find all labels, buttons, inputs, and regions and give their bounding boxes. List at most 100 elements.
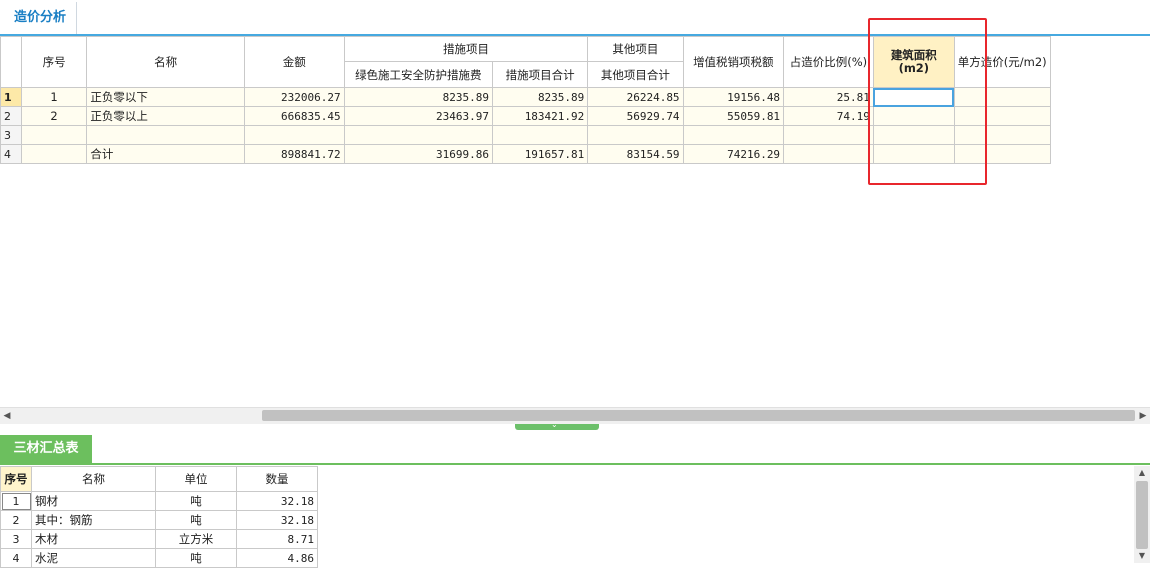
cell-building-area[interactable]: [872, 106, 955, 126]
scroll-left-icon[interactable]: ◀: [0, 408, 14, 424]
row-number[interactable]: 4: [0, 144, 22, 164]
row-number[interactable]: 1: [0, 491, 32, 511]
cell-measures-total[interactable]: 8235.89: [492, 87, 589, 107]
chevron-down-icon: ⌄: [551, 420, 558, 429]
cell-qty[interactable]: 4.86: [236, 548, 318, 568]
cell-qty[interactable]: 32.18: [236, 510, 318, 530]
col-header-amount[interactable]: 金额: [243, 36, 345, 88]
cell-measures-total[interactable]: 191657.81: [492, 144, 589, 164]
col-header-other-group[interactable]: 其他项目: [587, 36, 684, 62]
cell-vat[interactable]: 19156.48: [682, 87, 785, 107]
cell-ratio[interactable]: 74.19: [783, 106, 874, 126]
table-row[interactable]: 3 木材 立方米 8.71: [0, 529, 318, 549]
cell-green-safety[interactable]: 31699.86: [343, 144, 494, 164]
row-number[interactable]: 1: [0, 87, 22, 107]
col-header-qty[interactable]: 数量: [236, 466, 318, 492]
scroll-right-icon[interactable]: ▶: [1136, 408, 1150, 424]
cell-other-total[interactable]: 26224.85: [587, 87, 684, 107]
horizontal-scroll-thumb[interactable]: [262, 410, 1135, 421]
col-header-ratio[interactable]: 占造价比例(%): [783, 36, 874, 88]
cell-amount[interactable]: 898841.72: [243, 144, 345, 164]
cell-seq[interactable]: [20, 144, 88, 164]
row-number[interactable]: 2: [0, 510, 32, 530]
cell-unit-price[interactable]: [953, 87, 1051, 107]
table-row[interactable]: 1 钢材 吨 32.18: [0, 491, 318, 511]
table-row[interactable]: 1 1 正负零以下 232006.27 8235.89 8235.89 2622…: [0, 87, 1150, 107]
cell-unit-price[interactable]: [953, 125, 1051, 145]
cell-name[interactable]: 正负零以下: [86, 87, 245, 107]
cell-ratio[interactable]: [783, 125, 874, 145]
table-row[interactable]: 2 2 正负零以上 666835.45 23463.97 183421.92 5…: [0, 106, 1150, 126]
panel-splitter-handle[interactable]: ⌄: [515, 420, 599, 430]
horizontal-scrollbar[interactable]: ◀ ▶: [0, 407, 1150, 424]
cell-name[interactable]: 其中：钢筋: [31, 510, 156, 530]
cell-amount[interactable]: [243, 125, 345, 145]
tab-cost-analysis[interactable]: 造价分析: [4, 2, 78, 34]
row-number[interactable]: 3: [0, 529, 32, 549]
cell-measures-total[interactable]: 183421.92: [492, 106, 589, 126]
cell-measures-total[interactable]: [492, 125, 589, 145]
cell-ratio[interactable]: 25.81: [783, 87, 874, 107]
col-header-seq[interactable]: 序号: [0, 466, 32, 492]
bottom-tab-underline: [0, 463, 1150, 465]
cell-qty[interactable]: 8.71: [236, 529, 318, 549]
col-header-building-area-line2: (m2): [898, 61, 930, 75]
cell-other-total[interactable]: 56929.74: [587, 106, 684, 126]
col-header-green-safety[interactable]: 绿色施工安全防护措施费: [343, 61, 494, 88]
cell-unit[interactable]: 立方米: [155, 529, 237, 549]
cell-unit[interactable]: 吨: [155, 548, 237, 568]
cell-vat[interactable]: 74216.29: [682, 144, 785, 164]
vertical-scroll-thumb[interactable]: [1136, 481, 1148, 549]
table-row[interactable]: 3: [0, 125, 1150, 145]
cell-name[interactable]: 正负零以上: [86, 106, 245, 126]
cell-building-area[interactable]: [872, 144, 955, 164]
row-number[interactable]: 3: [0, 125, 22, 145]
cell-amount[interactable]: 232006.27: [243, 87, 345, 107]
materials-summary-table: 序号 名称 单位 数量 1 钢材 吨 32.18 2 其中：钢筋 吨 32.18…: [0, 466, 318, 568]
cell-building-area-input[interactable]: [872, 87, 955, 107]
col-header-building-area[interactable]: 建筑面积 (m2): [872, 36, 955, 88]
col-header-name[interactable]: 名称: [31, 466, 156, 492]
table-row[interactable]: 4 水泥 吨 4.86: [0, 548, 318, 568]
col-header-other-total[interactable]: 其他项目合计: [587, 61, 684, 88]
cell-name[interactable]: 钢材: [31, 491, 156, 511]
cell-vat[interactable]: [682, 125, 785, 145]
cell-vat[interactable]: 55059.81: [682, 106, 785, 126]
cell-seq[interactable]: [20, 125, 88, 145]
cell-other-total[interactable]: 83154.59: [587, 144, 684, 164]
cell-amount[interactable]: 666835.45: [243, 106, 345, 126]
tab-three-materials-summary[interactable]: 三材汇总表: [0, 435, 92, 463]
row-number[interactable]: 2: [0, 106, 22, 126]
cell-name[interactable]: 合计: [86, 144, 245, 164]
cell-seq[interactable]: 2: [20, 106, 88, 126]
col-header-name[interactable]: 名称: [86, 36, 245, 88]
cell-green-safety[interactable]: [343, 125, 494, 145]
cell-qty[interactable]: 32.18: [236, 491, 318, 511]
col-header-building-area-line1: 建筑面积: [890, 48, 937, 62]
cell-green-safety[interactable]: 23463.97: [343, 106, 494, 126]
vertical-scrollbar[interactable]: ▲ ▼: [1134, 466, 1150, 563]
cell-other-total[interactable]: [587, 125, 684, 145]
cell-name[interactable]: 木材: [31, 529, 156, 549]
cell-name[interactable]: [86, 125, 245, 145]
cell-unit[interactable]: 吨: [155, 491, 237, 511]
cell-building-area[interactable]: [872, 125, 955, 145]
cell-green-safety[interactable]: 8235.89: [343, 87, 494, 107]
scroll-up-icon[interactable]: ▲: [1134, 466, 1150, 480]
cell-name[interactable]: 水泥: [31, 548, 156, 568]
cell-unit-price[interactable]: [953, 106, 1051, 126]
col-header-seq[interactable]: 序号: [20, 36, 88, 88]
col-header-vat[interactable]: 增值税销项税额: [682, 36, 785, 88]
cell-unit[interactable]: 吨: [155, 510, 237, 530]
col-header-measures-total[interactable]: 措施项目合计: [492, 61, 589, 88]
cell-unit-price[interactable]: [953, 144, 1051, 164]
cell-seq[interactable]: 1: [20, 87, 88, 107]
scroll-down-icon[interactable]: ▼: [1134, 549, 1150, 563]
table-row[interactable]: 2 其中：钢筋 吨 32.18: [0, 510, 318, 530]
row-number[interactable]: 4: [0, 548, 32, 568]
col-header-measures-group[interactable]: 措施项目: [343, 36, 589, 62]
table-row[interactable]: 4 合计 898841.72 31699.86 191657.81 83154.…: [0, 144, 1150, 164]
col-header-unit[interactable]: 单位: [155, 466, 237, 492]
cell-ratio[interactable]: [783, 144, 874, 164]
col-header-unit-price[interactable]: 单方造价(元/m2): [953, 36, 1051, 88]
